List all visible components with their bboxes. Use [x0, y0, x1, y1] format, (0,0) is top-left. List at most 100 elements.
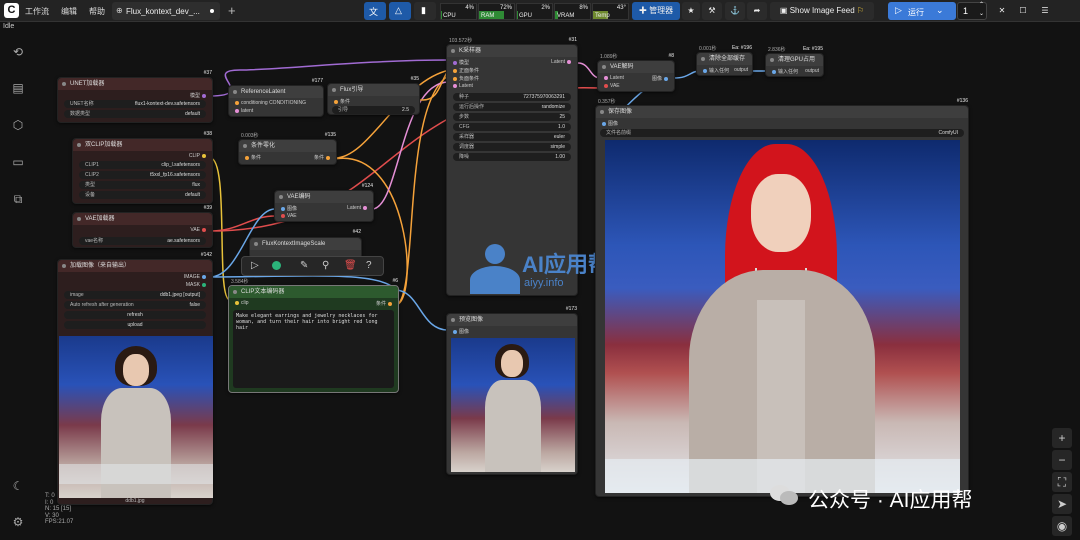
reference-conditioning-input[interactable]: conditioning CONDITIONING: [233, 100, 306, 106]
clip2-widget[interactable]: CLIP2 t5xxl_fp16.safetensors: [79, 171, 206, 179]
clear-cache-output[interactable]: output: [734, 67, 748, 73]
clear-gpu-output[interactable]: output: [805, 68, 819, 74]
ksampler-positive-input[interactable]: 正面条件: [451, 67, 479, 74]
flux-guidance-title: Flux引导: [340, 87, 364, 93]
seed-widget[interactable]: 种子 727375970063291: [453, 93, 571, 101]
clip-text-time: 3.584秒: [231, 279, 249, 285]
flux-guidance-header[interactable]: Flux引导: [328, 84, 419, 96]
vae-decode-latent-input[interactable]: Latent: [602, 75, 624, 81]
clear-cache-node[interactable]: 0.001秒 Ea: #196 清除全部缓存 输入任何 output: [696, 45, 753, 76]
clip-text-clip-input[interactable]: clip: [233, 300, 249, 306]
unet-model-output[interactable]: 模型: [190, 92, 208, 99]
vae-loader-node[interactable]: VAE加载器 #39 VAE vae名称 ae.safetensors: [72, 205, 213, 248]
zoom-out-button[interactable]: −: [1052, 450, 1072, 470]
unet-dtype-widget[interactable]: 数据类型 default: [64, 110, 206, 118]
clear-gpu-input[interactable]: 输入任何: [770, 68, 798, 75]
ksampler-header[interactable]: K采样器: [447, 45, 577, 57]
clip-text-encode-node[interactable]: 3.584秒 #6 CLIP文本编码器 clip 条件 Make elegant…: [228, 278, 399, 393]
preview-image-header[interactable]: 预览图像: [447, 314, 577, 326]
clear-cache-input[interactable]: 输入任何: [701, 67, 729, 74]
save-image-badge: #136: [956, 98, 968, 104]
prompt-textarea[interactable]: Make elegant earrings and jewelry neckla…: [233, 310, 394, 388]
watermark-url: aiyy.info: [524, 277, 564, 289]
save-image-header[interactable]: 保存图像: [596, 106, 968, 118]
vae-loader-output[interactable]: VAE: [190, 227, 208, 233]
sampler-widget[interactable]: 采样器 euler: [453, 133, 571, 141]
image-select-widget[interactable]: image ddb1.jpeg [output]: [64, 291, 206, 299]
select-mode-button[interactable]: ➤: [1052, 494, 1072, 514]
guidance-cond-input[interactable]: 条件: [332, 98, 350, 105]
vae-name-widget[interactable]: vae名称 ae.safetensors: [79, 237, 206, 245]
dual-clip-output[interactable]: CLIP: [189, 153, 208, 159]
reference-latent-node[interactable]: ReferenceLatent #177 conditioning CONDIT…: [228, 78, 324, 117]
clear-gpu-node[interactable]: 2.836秒 Ea: #195 清理GPU占用 输入任何 output: [765, 46, 824, 77]
eyedropper-icon[interactable]: ✎: [300, 260, 308, 271]
clip1-widget[interactable]: CLIP1 clip_l.safetensors: [79, 161, 206, 169]
clear-gpu-header[interactable]: 清理GPU占用: [766, 54, 823, 66]
control-after-widget[interactable]: 运行后操作 randomize: [453, 103, 571, 111]
cfg-widget[interactable]: CFG 1.0: [453, 123, 571, 131]
ksampler-latent-input[interactable]: Latent: [451, 83, 473, 89]
unet-name-widget[interactable]: UNET名称 flux1-kontext-dev.safetensors: [64, 100, 206, 108]
ksampler-negative-input[interactable]: 负面条件: [451, 75, 479, 82]
save-image-input[interactable]: 图像: [600, 120, 618, 127]
load-image-title: 加载图像（来自输出）: [70, 263, 131, 269]
zero-conditioning-node[interactable]: 0.003秒 条件零化 #135 条件 条件: [238, 132, 337, 165]
zero-cond-input[interactable]: 条件: [243, 154, 261, 161]
save-image-node[interactable]: 0.357秒 #136 保存图像 图像 文件名前缀 ComfyUI: [595, 98, 969, 497]
image-scale-header[interactable]: FluxKontextImageScale: [250, 238, 361, 250]
clip-device-widget[interactable]: 设备 default: [79, 191, 206, 199]
filename-prefix-widget[interactable]: 文件名前缀 ComfyUI: [600, 129, 964, 137]
vae-loader-badge: #39: [203, 205, 212, 211]
preview-image-input[interactable]: 图像: [451, 328, 469, 335]
ksampler-model-input[interactable]: 模型: [451, 59, 469, 66]
vae-encode-node[interactable]: #124 VAE编码 图像 VAE Latent: [274, 183, 374, 222]
help-icon[interactable]: ?: [366, 260, 372, 271]
pin-icon[interactable]: ⚲: [322, 260, 329, 271]
auto-refresh-widget[interactable]: Auto refresh after generation false: [64, 301, 206, 309]
fit-view-button[interactable]: ⛶: [1052, 472, 1072, 492]
toggle-links-button[interactable]: ◉: [1052, 516, 1072, 536]
dual-clip-badge: #38: [203, 131, 212, 137]
clip-text-output[interactable]: 条件: [376, 300, 394, 307]
vae-encode-header[interactable]: VAE编码: [275, 191, 373, 203]
load-image-header[interactable]: 加载图像（来自输出）: [58, 260, 212, 272]
unet-loader-header[interactable]: UNET加载器: [58, 78, 212, 90]
color-dot-icon[interactable]: [272, 261, 281, 270]
image-caption: ddb1.jpg: [125, 498, 145, 504]
scheduler-widget[interactable]: 调度器 simple: [453, 143, 571, 151]
reference-latent-header[interactable]: ReferenceLatent: [229, 86, 323, 98]
bypass-play-icon[interactable]: ▷: [251, 260, 259, 271]
flux-guidance-node[interactable]: Flux引导 #35 条件 引导 2.5: [327, 76, 420, 115]
steps-widget[interactable]: 步数 25: [453, 113, 571, 121]
load-image-node[interactable]: 加载图像（来自输出） #142 IMAGE MASK image ddb1.jpe…: [57, 252, 213, 505]
zoom-in-button[interactable]: +: [1052, 428, 1072, 448]
upload-button[interactable]: upload: [64, 321, 206, 329]
trash-icon[interactable]: 🗑: [344, 260, 357, 271]
vae-decode-output[interactable]: 图像: [652, 75, 670, 82]
vae-loader-header[interactable]: VAE加载器: [73, 213, 212, 225]
vae-encode-vae-input[interactable]: VAE: [279, 213, 297, 219]
vae-encode-image-input[interactable]: 图像: [279, 205, 297, 212]
clip-text-header[interactable]: CLIP文本编码器: [229, 286, 398, 298]
vae-encode-output[interactable]: Latent: [347, 205, 369, 211]
preview-image-node[interactable]: #173 预览图像 图像: [446, 306, 578, 475]
ksampler-output[interactable]: Latent: [551, 59, 573, 65]
zero-cond-output[interactable]: 条件: [314, 154, 332, 161]
reference-latent-input[interactable]: latent: [233, 108, 253, 114]
clip-type-widget[interactable]: 类型 flux: [79, 181, 206, 189]
vae-decode-header[interactable]: VAE解码: [598, 61, 674, 73]
load-image-mask-output[interactable]: MASK: [186, 282, 208, 288]
zero-cond-header[interactable]: 条件零化: [239, 140, 336, 152]
refresh-button[interactable]: refresh: [64, 311, 206, 319]
dual-clip-loader-node[interactable]: 双CLIP加载器 #38 CLIP CLIP1 clip_l.safetensor…: [72, 131, 213, 204]
dual-clip-header[interactable]: 双CLIP加载器: [73, 139, 212, 151]
vae-decode-node[interactable]: 1.089秒 #8 VAE解码 Latent VAE 图像: [597, 53, 675, 92]
unet-loader-node[interactable]: UNET加载器 #37 模型 UNET名称 flux1-kontext-dev.s…: [57, 70, 213, 123]
denoise-widget[interactable]: 降噪 1.00: [453, 153, 571, 161]
load-image-image-output[interactable]: IMAGE: [184, 274, 208, 280]
clear-cache-header[interactable]: 清除全部缓存: [697, 53, 752, 65]
guidance-value-widget[interactable]: 引导 2.5: [332, 106, 415, 114]
vae-decode-vae-input[interactable]: VAE: [602, 83, 620, 89]
zero-cond-title: 条件零化: [251, 143, 276, 149]
